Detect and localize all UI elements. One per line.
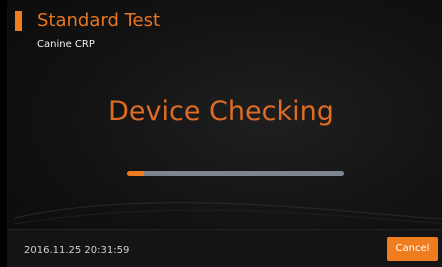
title-accent-bar [15,11,22,31]
test-name: Canine CRP [37,39,95,50]
progress-fill [127,171,145,176]
page-title: Standard Test [37,10,161,31]
device-screen: Standard Test Canine CRP Device Checking… [0,0,442,267]
footer-bar: 2016.11.25 20:31:59 Cancel [7,229,442,267]
progress-bar [127,171,344,176]
timestamp: 2016.11.25 20:31:59 [24,245,130,256]
status-heading: Device Checking [108,96,334,127]
cancel-button[interactable]: Cancel [387,237,438,261]
decorative-swoosh [14,202,442,225]
